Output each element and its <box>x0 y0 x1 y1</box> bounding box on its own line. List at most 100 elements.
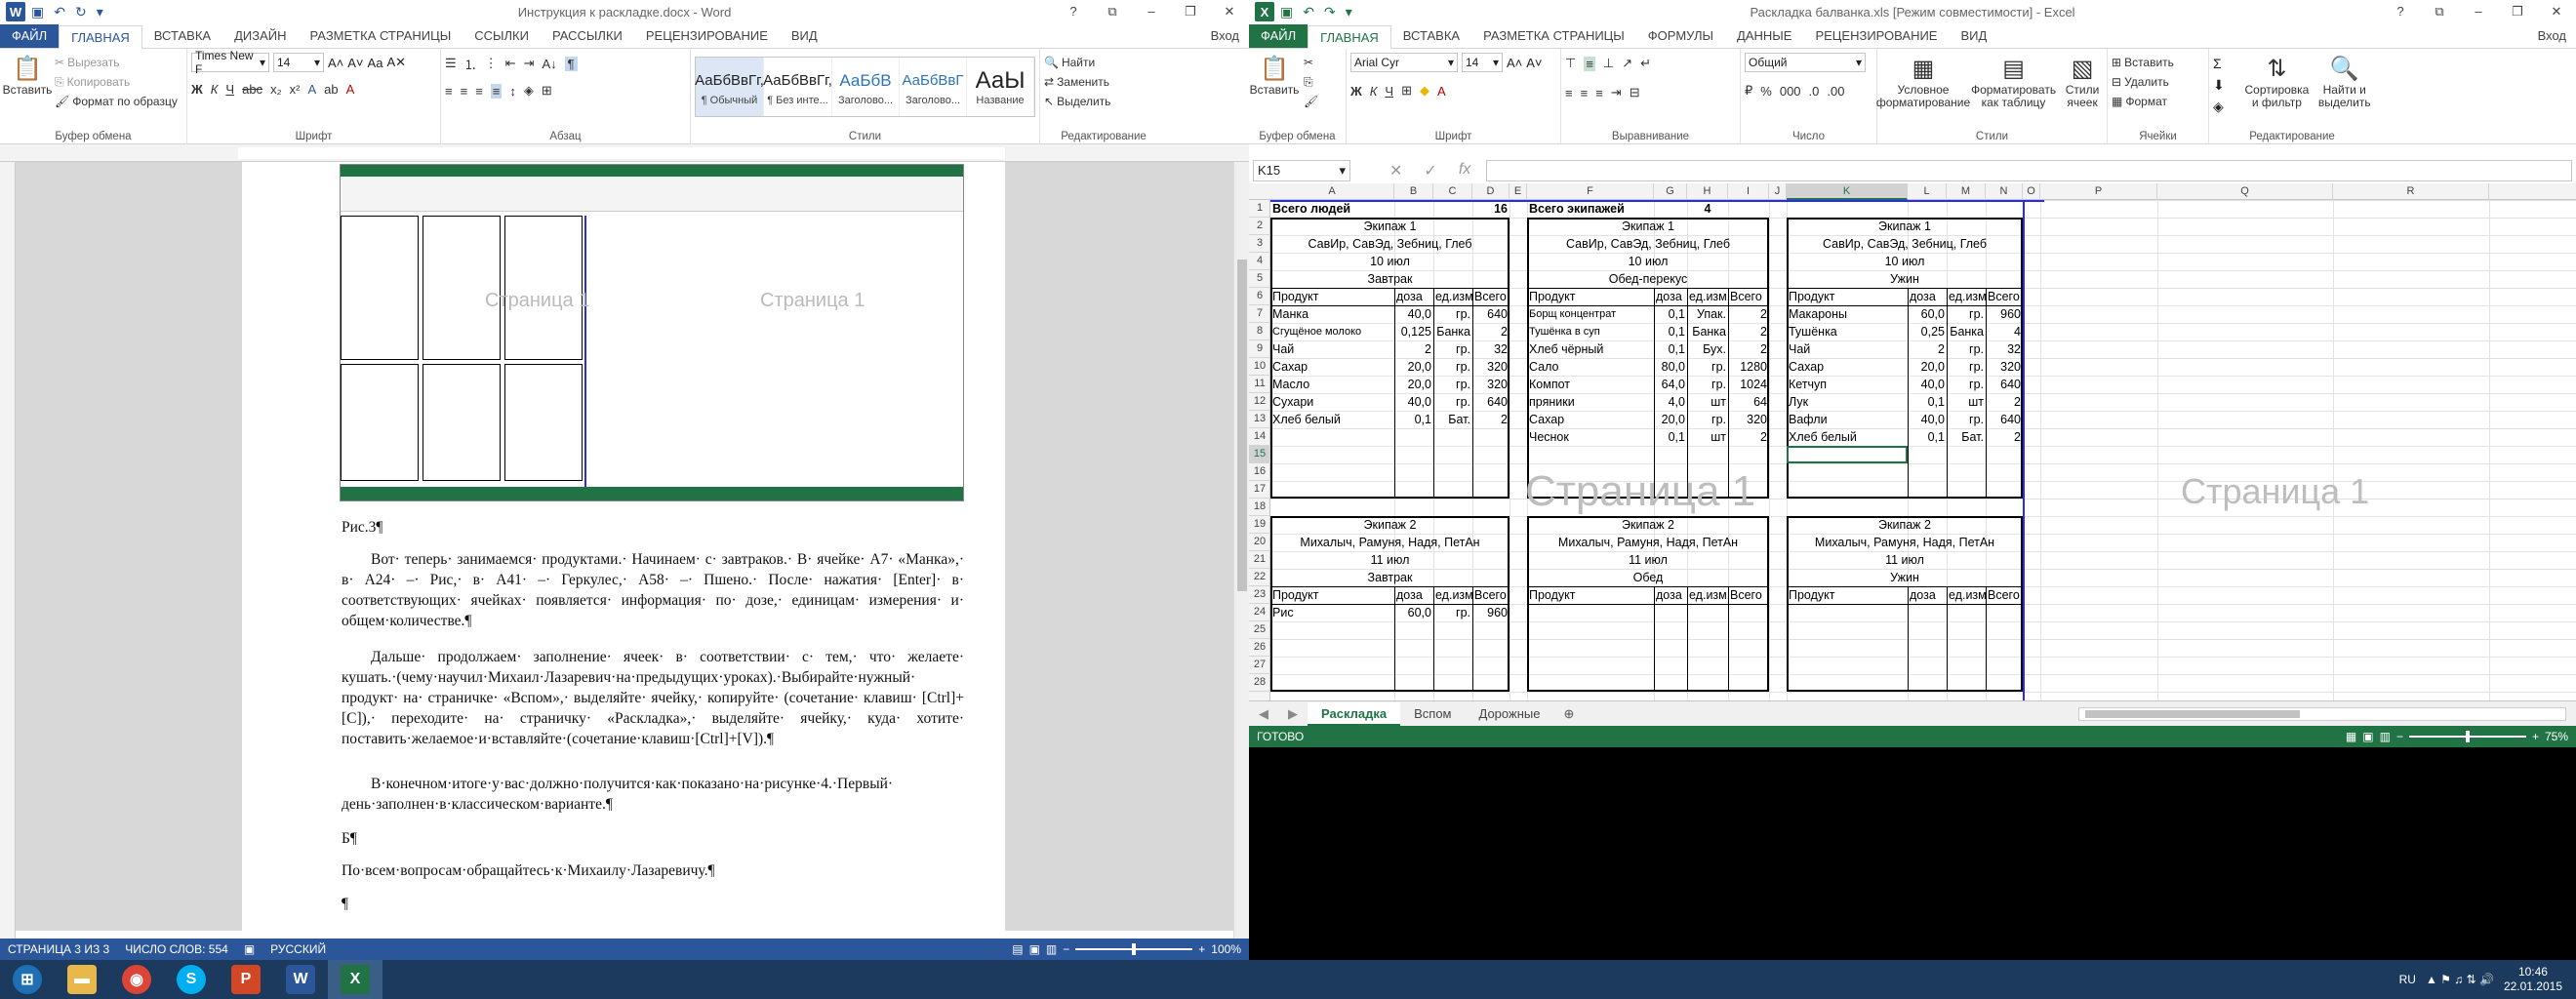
bold-icon[interactable]: Ж <box>191 82 203 97</box>
print-layout-icon[interactable]: ▣ <box>1029 942 1040 956</box>
font-size-combo[interactable]: 14 ▾ <box>1462 53 1503 72</box>
text-effects-icon[interactable]: A <box>307 82 316 97</box>
zoom-in-icon[interactable]: + <box>2532 730 2539 743</box>
page-break-view-icon[interactable]: ▥ <box>2380 730 2391 743</box>
proofing-icon[interactable]: ▣ <box>236 942 262 956</box>
sheet-tab-vspom[interactable]: Вспом <box>1400 702 1465 726</box>
horizontal-scrollbar[interactable] <box>2078 706 2566 721</box>
column-header[interactable]: L <box>1908 183 1947 200</box>
comma-icon[interactable]: 000 <box>1780 84 1801 99</box>
font-size-combo[interactable]: 14 ▾ <box>273 53 324 72</box>
enter-icon[interactable]: ✓ <box>1424 161 1436 180</box>
number-format-combo[interactable]: Общий ▾ <box>1745 53 1866 72</box>
cell[interactable]: 16 <box>1472 200 1509 218</box>
borders-icon[interactable]: ⊞ <box>1401 83 1412 99</box>
select-button[interactable]: ↖ Выделить <box>1044 92 1163 111</box>
align-right-icon[interactable]: ≡ <box>475 84 483 99</box>
indent-icon[interactable]: ⇥ <box>1611 85 1622 100</box>
decrease-decimal-icon[interactable]: .00 <box>1827 84 1844 99</box>
align-left-icon[interactable]: ≡ <box>1565 86 1573 100</box>
worksheet-grid[interactable]: ABCDEFGHIJKLMNOPQR 1 2 3 4 5 6 7 8 9 10 11 12 13 14 15… <box>1249 183 2576 700</box>
column-header[interactable]: P <box>2040 183 2157 200</box>
row-header[interactable]: 14 <box>1249 428 1270 446</box>
customize-qat-icon[interactable]: ▾ <box>1346 4 1352 20</box>
shrink-font-icon[interactable]: A˅ <box>1526 56 1542 70</box>
align-right-icon[interactable]: ≡ <box>1595 86 1603 100</box>
tab-view[interactable]: ВИД <box>1949 24 1998 48</box>
column-header[interactable]: G <box>1654 183 1687 200</box>
row-header[interactable]: 13 <box>1249 411 1270 428</box>
zoom-in-icon[interactable]: + <box>1198 942 1205 956</box>
copy-icon[interactable]: ⎘ <box>1304 72 1318 92</box>
show-marks-icon[interactable]: ¶ <box>564 56 578 71</box>
row-header[interactable]: 2 <box>1249 218 1270 235</box>
save-icon[interactable]: ▣ <box>1280 4 1293 20</box>
cell[interactable]: Всего экипажей <box>1527 200 1687 218</box>
insert-cells-button[interactable]: ⊞ Вставить <box>2112 53 2204 72</box>
word-vertical-scrollbar[interactable] <box>1233 162 1249 942</box>
selected-cell[interactable] <box>1787 446 1908 463</box>
tab-file[interactable]: ФАЙЛ <box>1249 24 1308 48</box>
ribbon-display-icon[interactable]: ⧉ <box>1093 0 1132 23</box>
column-header[interactable]: N <box>1986 183 2023 200</box>
help-icon[interactable]: ? <box>2381 0 2420 23</box>
tab-home[interactable]: ГЛАВНАЯ <box>59 25 142 49</box>
column-header[interactable]: H <box>1687 183 1728 200</box>
column-header[interactable]: B <box>1394 183 1433 200</box>
subscript-icon[interactable]: x₂ <box>270 82 282 97</box>
row-header[interactable]: 11 <box>1249 376 1270 393</box>
italic-icon[interactable]: К <box>211 82 219 97</box>
row-header[interactable]: 23 <box>1249 586 1270 604</box>
restore-icon[interactable]: ❐ <box>2498 0 2537 23</box>
increase-decimal-icon[interactable]: .0 <box>1809 84 1820 99</box>
add-sheet-icon[interactable]: ⊕ <box>1553 706 1584 722</box>
taskbar-powerpoint[interactable]: P <box>219 960 273 999</box>
format-painter-button[interactable]: 🖌 Формат по образцу <box>55 92 178 111</box>
row-header[interactable]: 17 <box>1249 481 1270 499</box>
row-header[interactable]: 8 <box>1249 323 1270 340</box>
italic-icon[interactable]: К <box>1370 84 1378 99</box>
column-header[interactable]: F <box>1527 183 1654 200</box>
cancel-icon[interactable]: ✕ <box>1389 161 1402 180</box>
redo-icon[interactable]: ↷ <box>1324 4 1336 20</box>
row-header[interactable]: 20 <box>1249 534 1270 551</box>
row-header[interactable]: 27 <box>1249 657 1270 674</box>
copy-button[interactable]: ⎘ Копировать <box>55 72 178 92</box>
restore-icon[interactable]: ❐ <box>1171 0 1210 23</box>
column-header[interactable]: K <box>1787 183 1908 200</box>
tray-icons[interactable]: ▲ ⚑ ♫ ⇅ 🔊 <box>2426 973 2494 986</box>
row-header[interactable]: 7 <box>1249 305 1270 323</box>
excel-app-icon[interactable]: X <box>1255 2 1274 21</box>
taskbar-skype[interactable]: S <box>164 960 219 999</box>
taskbar-chrome[interactable]: ◉ <box>109 960 164 999</box>
help-icon[interactable]: ? <box>1054 0 1093 23</box>
wrap-text-icon[interactable]: ↵ <box>1640 56 1651 71</box>
scroll-thumb[interactable] <box>1237 260 1247 591</box>
tab-page-layout[interactable]: РАЗМЕТКА СТРАНИЦЫ <box>1471 24 1636 48</box>
sheet-tab-raskladka[interactable]: Раскладка <box>1308 701 1401 726</box>
style-title[interactable]: АаЫ Название <box>967 58 1034 116</box>
sort-icon[interactable]: A↓ <box>542 57 556 71</box>
row-header[interactable]: 22 <box>1249 569 1270 586</box>
paste-button[interactable]: 📋 Вставить <box>1250 53 1300 97</box>
row-header[interactable]: 5 <box>1249 270 1270 288</box>
multilevel-list-icon[interactable]: ⋮ <box>485 56 498 71</box>
row-header[interactable]: 15 <box>1249 446 1270 463</box>
superscript-icon[interactable]: x² <box>290 82 301 97</box>
word-app-icon[interactable]: W <box>6 2 25 21</box>
column-header[interactable]: O <box>2023 183 2040 200</box>
borders-icon[interactable]: ⊞ <box>542 83 552 99</box>
tab-file[interactable]: ФАЙЛ <box>0 24 60 48</box>
start-button[interactable]: ⊞ <box>0 960 55 999</box>
taskbar-explorer[interactable]: ▬ <box>55 960 109 999</box>
close-icon[interactable]: ✕ <box>2537 0 2576 23</box>
redo-icon[interactable]: ↻ <box>75 4 87 20</box>
tab-insert[interactable]: ВСТАВКА <box>1391 24 1471 48</box>
shrink-font-icon[interactable]: A˅ <box>347 56 363 70</box>
tab-layout[interactable]: РАЗМЕТКА СТРАНИЦЫ <box>299 24 463 48</box>
tab-view[interactable]: ВИД <box>780 24 829 48</box>
zoom-out-icon[interactable]: − <box>2396 730 2403 743</box>
next-sheet-icon[interactable]: ▶ <box>1278 706 1308 722</box>
style-heading1[interactable]: АаБбВ Заголово... <box>832 58 900 116</box>
font-name-combo[interactable]: Times New F ▾ <box>191 49 269 76</box>
